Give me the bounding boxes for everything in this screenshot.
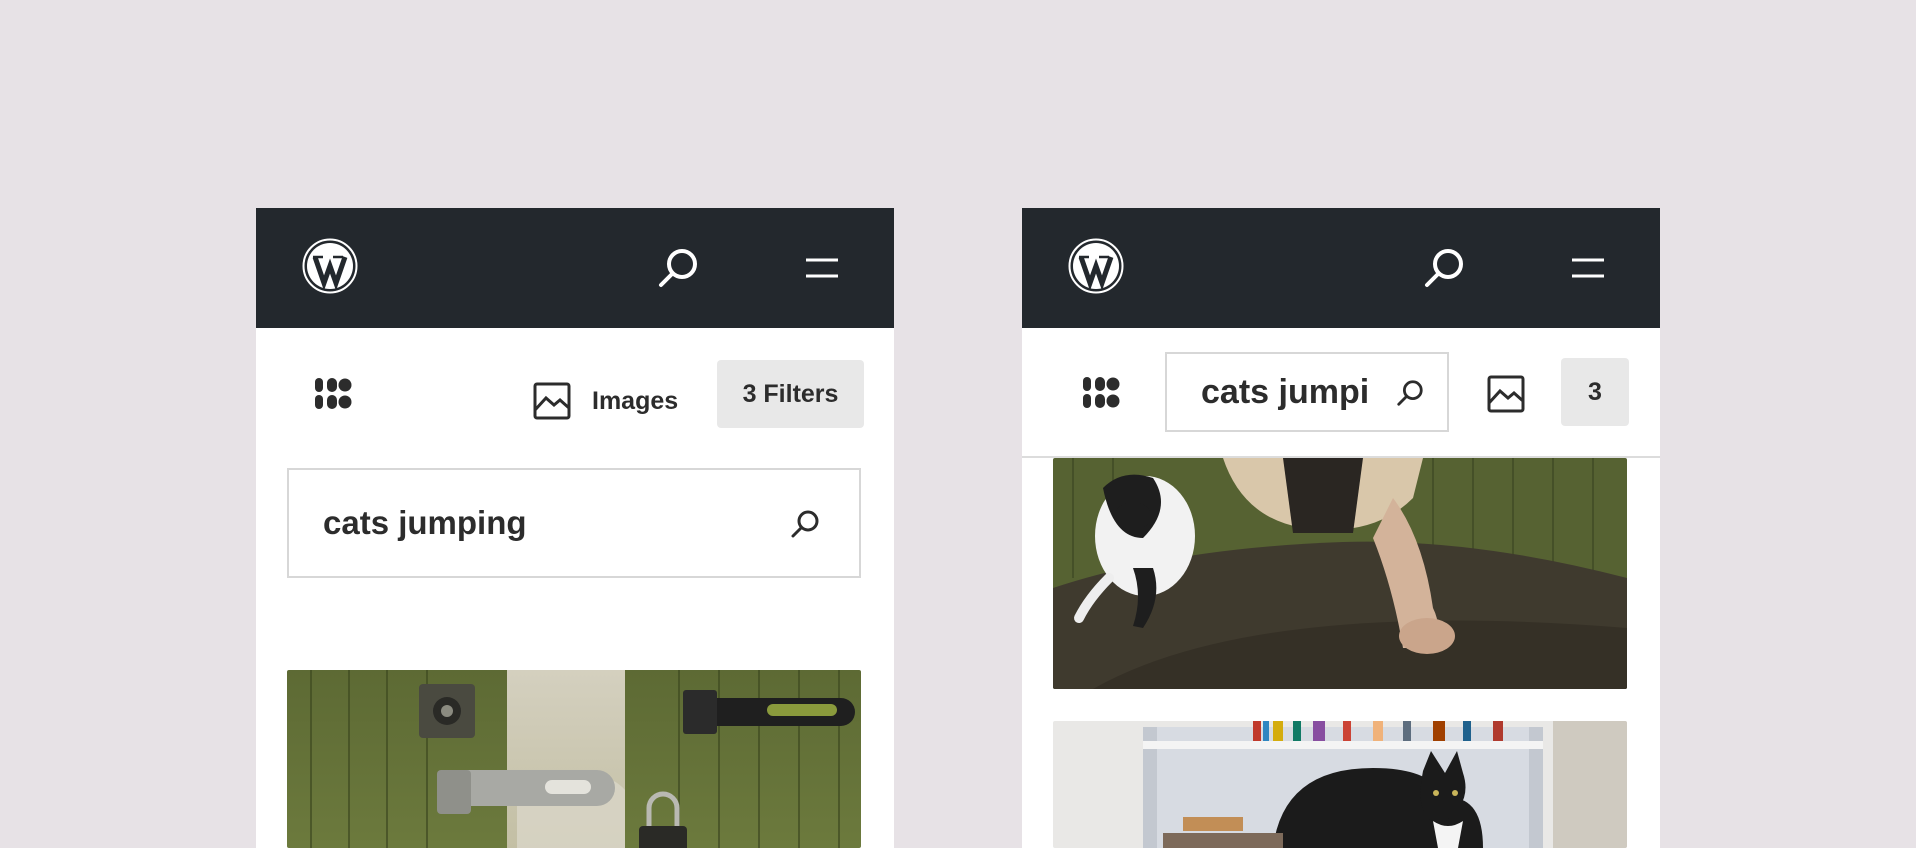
wordpress-logo-icon[interactable] — [1068, 238, 1124, 294]
images-type-button[interactable]: Images — [532, 380, 678, 422]
search-icon[interactable] — [1395, 378, 1425, 408]
filters-button[interactable]: 3 — [1561, 358, 1629, 426]
search-input[interactable]: cats jumping — [287, 468, 861, 578]
grid-icon[interactable] — [1082, 375, 1120, 409]
top-bar — [256, 208, 894, 328]
image-icon[interactable] — [1486, 374, 1526, 414]
search-input-value[interactable]: cats jumping — [323, 504, 527, 542]
result-image[interactable] — [287, 670, 861, 848]
mobile-screen-right: cats jumping 3 — [1022, 208, 1660, 848]
sticky-filter-toolbar: cats jumping 3 — [1022, 328, 1660, 458]
search-input-value[interactable]: cats jumping — [1201, 373, 1371, 412]
top-bar — [1022, 208, 1660, 328]
search-input[interactable]: cats jumping — [1165, 352, 1449, 432]
search-icon[interactable] — [654, 244, 702, 292]
result-image[interactable] — [1053, 458, 1627, 689]
menu-icon[interactable] — [802, 248, 842, 288]
grid-icon[interactable] — [314, 376, 352, 410]
search-icon[interactable] — [789, 508, 821, 540]
images-label: Images — [592, 386, 679, 415]
result-image[interactable] — [1053, 721, 1627, 848]
search-icon[interactable] — [1420, 244, 1468, 292]
menu-icon[interactable] — [1568, 248, 1608, 288]
filters-button[interactable]: 3 Filters — [717, 360, 864, 428]
image-icon — [533, 382, 571, 420]
mobile-screen-left: Images 3 Filters cats jumping — [256, 208, 894, 848]
wordpress-logo-icon[interactable] — [302, 238, 358, 294]
filter-toolbar: Images 3 Filters — [256, 328, 894, 448]
